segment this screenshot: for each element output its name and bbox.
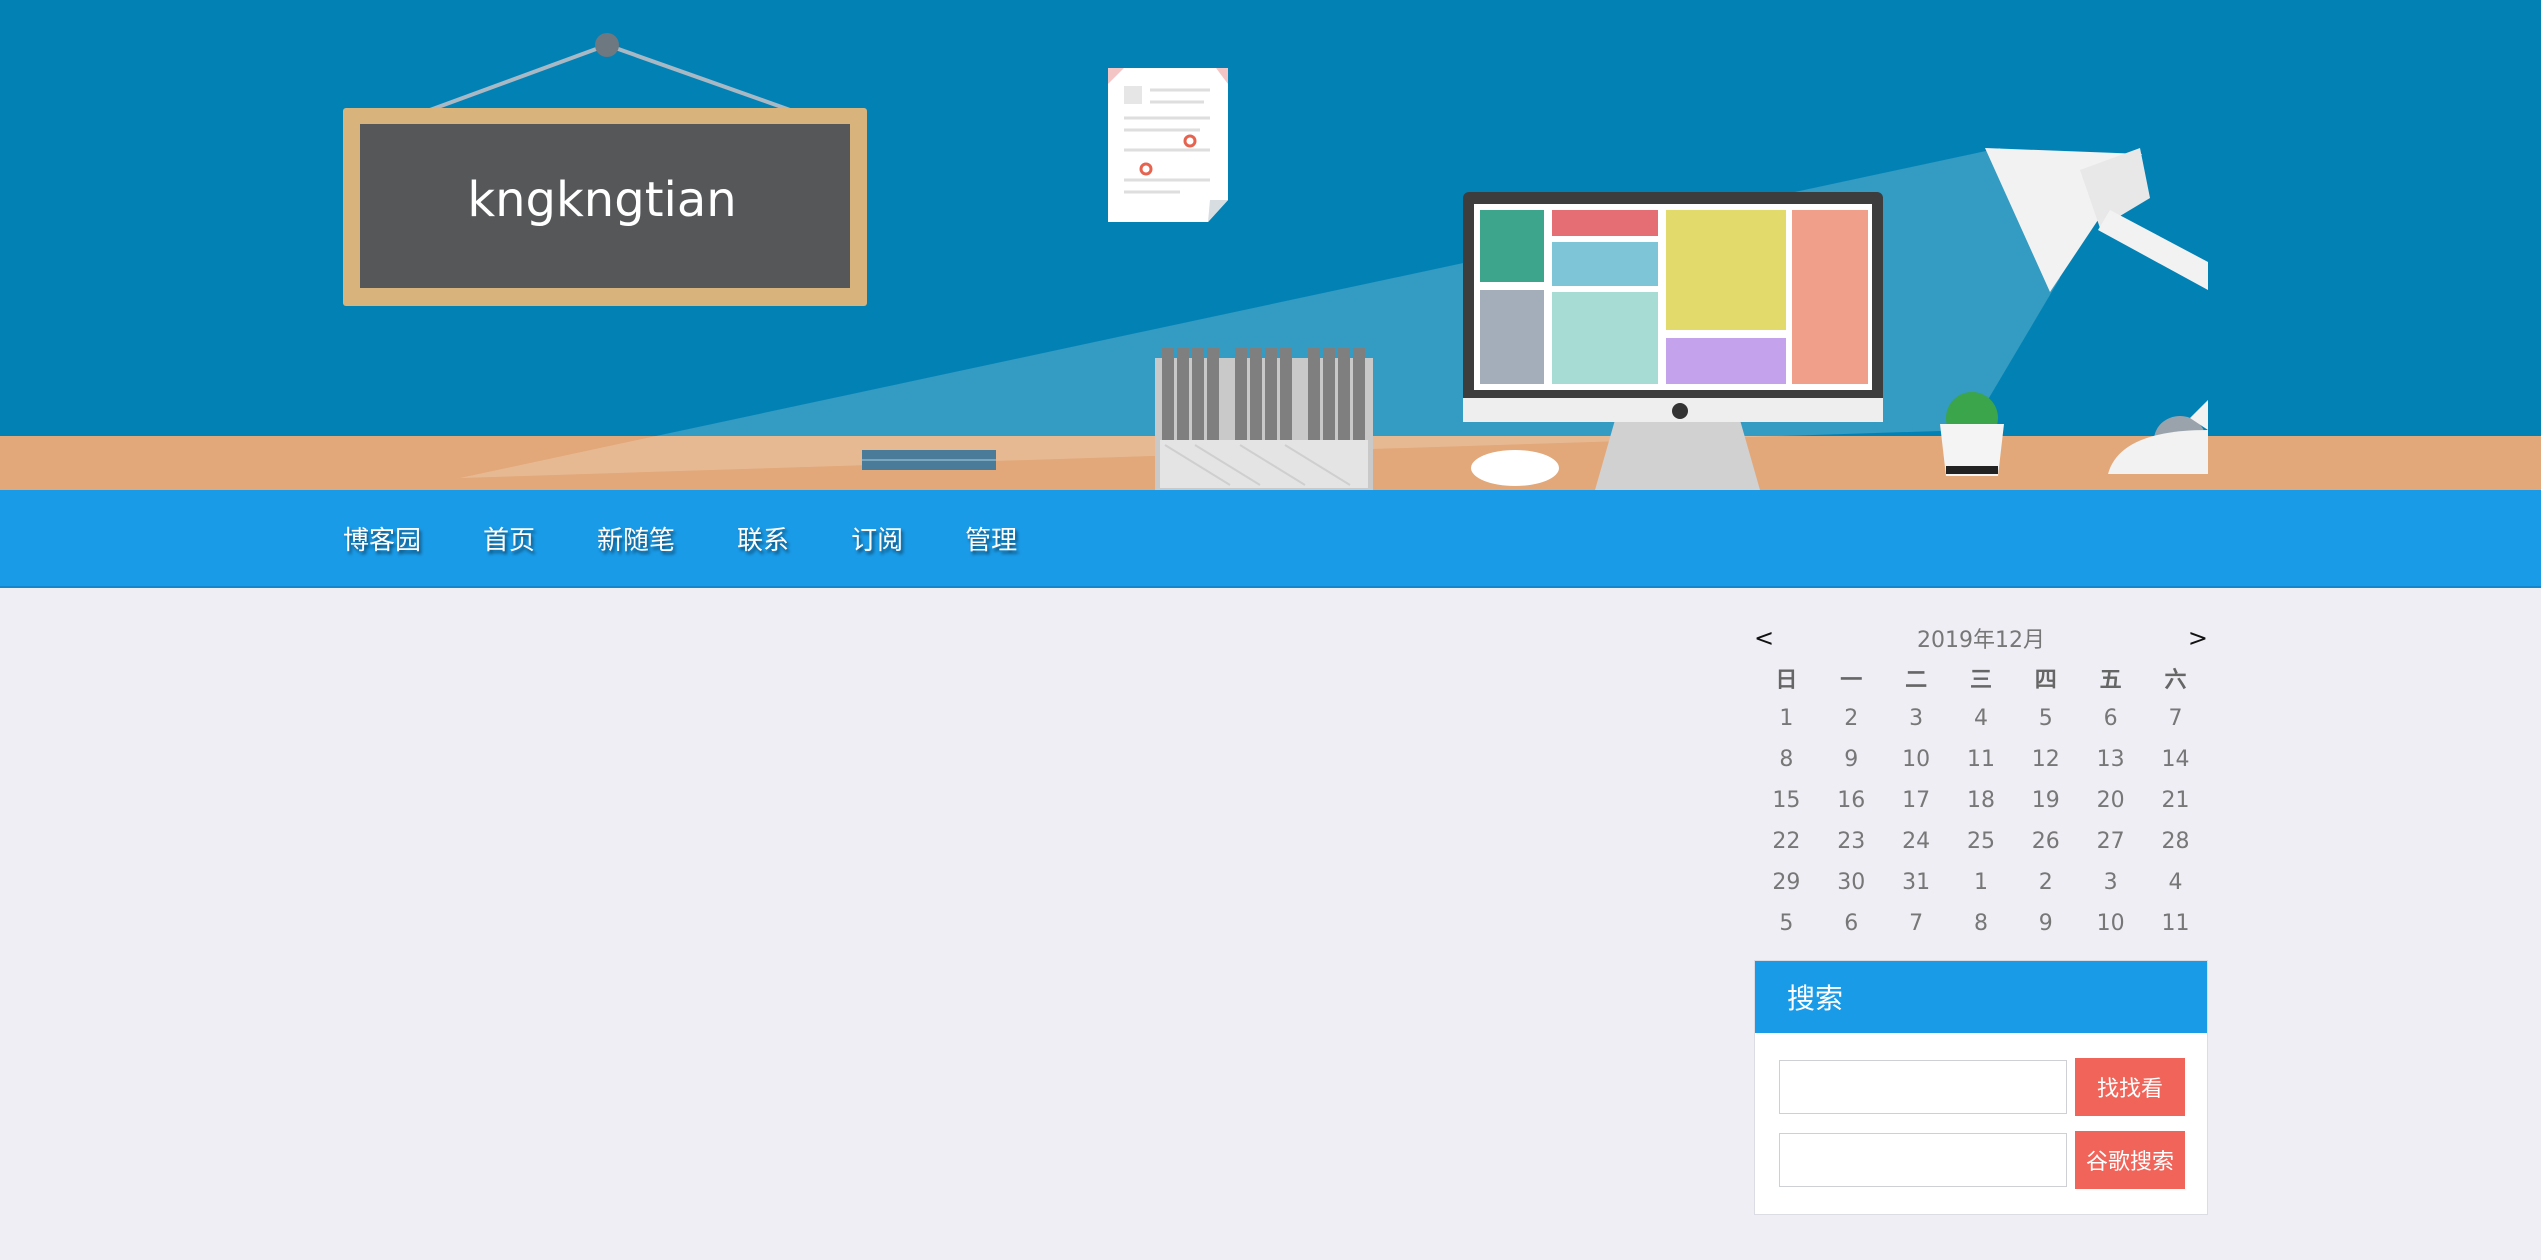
desk-illustration: kngkngtian bbox=[0, 0, 2541, 490]
calendar-day: 12 bbox=[2031, 747, 2060, 772]
site-search-button[interactable]: 找找看 bbox=[2075, 1058, 2185, 1116]
calendar-day: 15 bbox=[1772, 788, 1801, 813]
google-search-input[interactable] bbox=[1779, 1133, 2067, 1187]
calendar-day: 21 bbox=[2161, 788, 2190, 813]
blog-title[interactable]: kngkngtian bbox=[467, 172, 736, 228]
calendar-day: 4 bbox=[1973, 706, 1988, 731]
calendar-day: 6 bbox=[2103, 706, 2118, 731]
calendar-day: 30 bbox=[1837, 870, 1866, 895]
calendar-week: 1 2 3 4 5 6 7 bbox=[1754, 698, 2208, 739]
calendar-week: 29 30 31 1 2 3 4 bbox=[1754, 862, 2208, 903]
google-search-button[interactable]: 谷歌搜索 bbox=[2075, 1131, 2185, 1189]
nav-link-subscribe[interactable]: 订阅 bbox=[851, 526, 903, 556]
calendar-week: 15 16 17 18 19 20 21 bbox=[1754, 780, 2208, 821]
calendar-day: 5 bbox=[2038, 706, 2053, 731]
calendar-day: 13 bbox=[2096, 747, 2125, 772]
calendar-day: 29 bbox=[1772, 870, 1801, 895]
weekday-header: 五 bbox=[2099, 668, 2122, 693]
calendar-day: 17 bbox=[1902, 788, 1931, 813]
calendar-day: 31 bbox=[1902, 870, 1931, 895]
calendar-day: 7 bbox=[2168, 706, 2183, 731]
weekday-header: 六 bbox=[2164, 668, 2187, 693]
calendar-day: 2 bbox=[1844, 706, 1859, 731]
calendar-month-title: 2019年12月 bbox=[1917, 628, 2045, 653]
calendar-day: 8 bbox=[1973, 911, 1988, 936]
calendar-day: 8 bbox=[1779, 747, 1794, 772]
nav-link-contact[interactable]: 联系 bbox=[737, 526, 789, 556]
calendar-day: 3 bbox=[2103, 870, 2118, 895]
calendar-day: 5 bbox=[1779, 911, 1794, 936]
nav-link-home[interactable]: 首页 bbox=[483, 526, 535, 556]
calendar-day: 27 bbox=[2096, 829, 2125, 854]
nav-link-admin[interactable]: 管理 bbox=[965, 526, 1017, 556]
search-panel: 搜索 找找看 谷歌搜索 bbox=[1754, 960, 2208, 1215]
calendar-day: 11 bbox=[2161, 911, 2190, 936]
weekday-header: 二 bbox=[1905, 668, 1928, 693]
weekday-header: 一 bbox=[1840, 668, 1863, 693]
calendar-day: 2 bbox=[2038, 870, 2053, 895]
calendar-day: 24 bbox=[1902, 829, 1931, 854]
calendar-week: 8 9 10 11 12 13 14 bbox=[1754, 739, 2208, 780]
calendar-day: 4 bbox=[2168, 870, 2183, 895]
calendar-day: 11 bbox=[1966, 747, 1995, 772]
calendar-week: 5 6 7 8 9 10 11 bbox=[1754, 903, 2208, 944]
calendar: < 2019年12月 > 日 一 二 三 四 五 六 1 2 3 4 5 6 7… bbox=[1754, 620, 2208, 944]
calendar-day: 23 bbox=[1837, 829, 1866, 854]
calendar-day: 25 bbox=[1966, 829, 1995, 854]
nav-link-new-post[interactable]: 新随笔 bbox=[597, 526, 675, 556]
calendar-day: 14 bbox=[2161, 747, 2190, 772]
calendar-day: 16 bbox=[1837, 788, 1866, 813]
calendar-week: 22 23 24 25 26 27 28 bbox=[1754, 821, 2208, 862]
calendar-day: 22 bbox=[1772, 829, 1801, 854]
weekday-header: 四 bbox=[2034, 668, 2057, 693]
calendar-grid: 日 一 二 三 四 五 六 1 2 3 4 5 6 7 8 9 10 11 12… bbox=[1754, 658, 2208, 944]
nav-link-cnblogs[interactable]: 博客园 bbox=[343, 526, 421, 556]
calendar-day: 19 bbox=[2031, 788, 2060, 813]
calendar-next-month[interactable]: > bbox=[2188, 624, 2208, 652]
calendar-day: 9 bbox=[1844, 747, 1859, 772]
top-navbar: 博客园 首页 新随笔 联系 订阅 管理 bbox=[0, 490, 2541, 588]
calendar-day: 10 bbox=[2096, 911, 2125, 936]
calendar-day: 20 bbox=[2096, 788, 2125, 813]
calendar-day: 1 bbox=[1779, 706, 1794, 731]
calendar-day: 3 bbox=[1909, 706, 1924, 731]
calendar-day: 1 bbox=[1973, 870, 1988, 895]
header-banner: kngkngtian bbox=[0, 0, 2541, 490]
calendar-day: 7 bbox=[1909, 911, 1924, 936]
calendar-day: 10 bbox=[1902, 747, 1931, 772]
weekday-header: 日 bbox=[1775, 668, 1798, 693]
calendar-day: 18 bbox=[1966, 788, 1995, 813]
calendar-day: 9 bbox=[2038, 911, 2053, 936]
calendar-day: 6 bbox=[1844, 911, 1859, 936]
weekday-header: 三 bbox=[1969, 668, 1992, 693]
calendar-day: 28 bbox=[2161, 829, 2190, 854]
search-panel-title: 搜索 bbox=[1755, 961, 2207, 1033]
calendar-prev-month[interactable]: < bbox=[1754, 624, 1774, 652]
calendar-day: 26 bbox=[2031, 829, 2060, 854]
site-search-input[interactable] bbox=[1779, 1060, 2067, 1114]
